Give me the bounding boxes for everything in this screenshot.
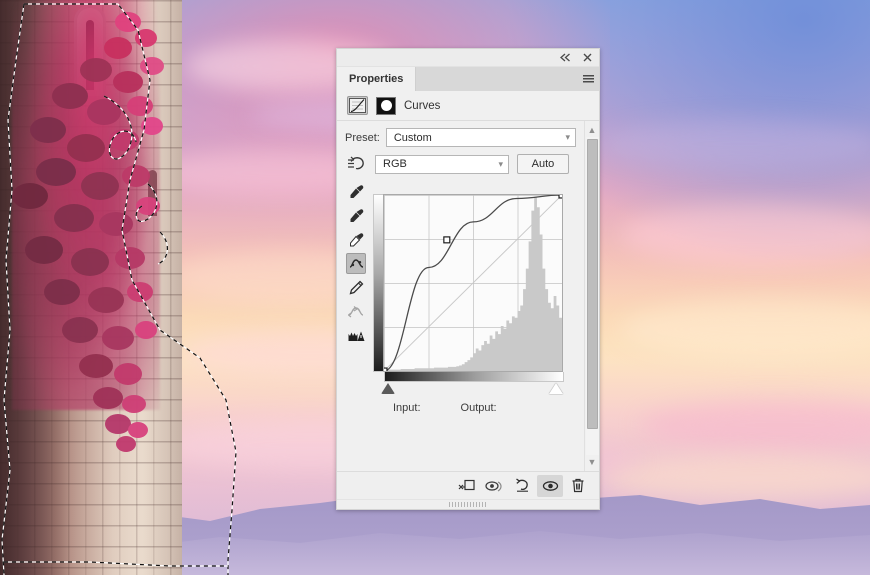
scrollbar-track[interactable] [585, 137, 599, 455]
gray-point-eyedropper-button[interactable] [346, 205, 366, 226]
hamburger-icon [582, 75, 594, 83]
trash-icon [572, 478, 584, 493]
curves-controls: Preset: Custom ▾ RGB ▾ Auto Input: Outpu… [337, 121, 584, 471]
mask-shape-icon [380, 100, 392, 111]
curve-graph-wrap: Input: Output: [373, 180, 565, 414]
scroll-up-button[interactable]: ▲ [586, 123, 599, 137]
curve-point-mid[interactable] [443, 236, 451, 244]
curve-lines [384, 195, 562, 371]
white-point-eyedropper-icon [349, 233, 363, 247]
tabstrip-empty-area [416, 67, 577, 91]
on-image-adjust-icon [347, 156, 364, 170]
channel-select[interactable]: RGB ▾ [375, 154, 509, 174]
curve-point-black[interactable] [384, 367, 388, 371]
output-gradient-strip [373, 194, 383, 372]
clipping-warning-icon [348, 331, 364, 341]
curve-point-tool-icon [349, 259, 363, 268]
scroll-down-button[interactable]: ▼ [586, 455, 599, 469]
panel-tabstrip[interactable]: Properties [337, 67, 599, 91]
gray-point-eyedropper-icon [350, 209, 363, 222]
pencil-draw-curve-button[interactable] [346, 277, 366, 298]
panel-menu-button[interactable] [577, 67, 599, 91]
curve-tools[interactable] [345, 180, 367, 414]
black-point-slider[interactable] [381, 383, 395, 394]
input-output-labels: Input: Output: [373, 402, 565, 414]
close-icon [583, 53, 591, 62]
toggle-visibility-button[interactable] [537, 474, 563, 497]
output-label: Output: [460, 402, 497, 414]
auto-button[interactable]: Auto [517, 154, 569, 174]
preset-row: Preset: Custom ▾ [345, 128, 576, 147]
reset-icon [515, 478, 528, 492]
black-point-eyedropper-button[interactable] [346, 181, 366, 202]
scrollbar-thumb[interactable] [586, 139, 598, 429]
reset-adjustment-button[interactable] [509, 475, 535, 497]
panel-footer-toolbar[interactable] [337, 471, 599, 499]
curve-point-white[interactable] [558, 195, 562, 199]
input-label: Input: [393, 402, 421, 414]
black-point-eyedropper-icon [350, 185, 363, 198]
input-gradient-strip [384, 372, 564, 382]
collapse-panel-button[interactable] [559, 52, 571, 64]
pencil-draw-curve-icon [349, 280, 363, 295]
white-point-eyedropper-button[interactable] [346, 229, 366, 250]
curves-adjustment-icon[interactable] [347, 96, 368, 115]
grip-lines-icon [449, 502, 487, 507]
photoshop-canvas-screenshot: Properties Curves Preset: Custom ▾ RGB ▾… [0, 0, 870, 575]
view-previous-state-icon [485, 480, 502, 492]
smooth-curve-icon [348, 306, 364, 318]
tab-properties-label: Properties [349, 73, 404, 85]
adjustment-title: Curves [404, 99, 441, 112]
curves-glyph-icon [349, 98, 366, 113]
eye-icon [542, 480, 558, 491]
preset-label: Preset: [345, 131, 380, 144]
toggle-previous-state-button[interactable] [481, 475, 507, 497]
layer-mask-thumbnail[interactable] [376, 96, 396, 115]
white-point-slider[interactable] [549, 383, 563, 394]
smooth-curve-button[interactable] [346, 301, 366, 322]
chevron-down-icon: ▾ [498, 158, 503, 169]
collapse-icon [559, 53, 570, 62]
black-white-point-sliders[interactable] [373, 382, 565, 398]
properties-panel[interactable]: Properties Curves Preset: Custom ▾ RGB ▾… [336, 48, 600, 510]
channel-row: RGB ▾ Auto [345, 154, 576, 174]
panel-scrollbar[interactable]: ▲ ▼ [584, 121, 599, 471]
ivy-leaves [12, 12, 164, 452]
clip-to-layer-button[interactable] [453, 475, 479, 497]
preset-value: Custom [393, 131, 432, 144]
stone-tower-image [0, 0, 182, 575]
chevron-down-icon: ▾ [565, 132, 570, 142]
adjustment-header: Curves [337, 91, 599, 121]
curve-editor: Input: Output: [345, 180, 576, 414]
delete-adjustment-button[interactable] [565, 475, 591, 497]
preset-select[interactable]: Custom ▾ [385, 128, 576, 147]
tab-properties[interactable]: Properties [337, 67, 417, 91]
clipping-warning-button[interactable] [346, 325, 366, 346]
auto-label: Auto [531, 158, 555, 170]
panel-resize-grip[interactable] [337, 499, 599, 509]
panel-titlebar [337, 49, 599, 67]
panel-body: Preset: Custom ▾ RGB ▾ Auto Input: Outpu… [337, 121, 599, 471]
curve-graph[interactable] [383, 194, 563, 372]
channel-value: RGB [383, 158, 407, 170]
on-image-adjust-button[interactable] [345, 154, 367, 174]
clip-to-layer-icon [458, 479, 475, 491]
curve-point-tool-button[interactable] [346, 253, 366, 274]
close-panel-button[interactable] [581, 52, 593, 64]
